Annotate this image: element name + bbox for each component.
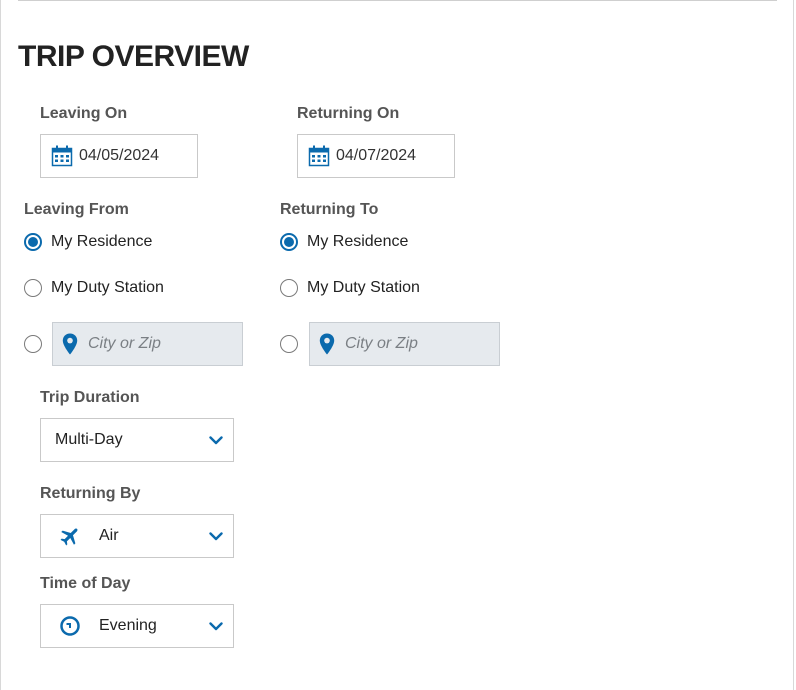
- returning-by-select[interactable]: Air: [40, 514, 234, 558]
- returning-by-label: Returning By: [40, 485, 141, 502]
- leaving-from-option-custom[interactable]: [24, 335, 42, 353]
- returning-on-date-value: 04/07/2024: [336, 147, 417, 164]
- calendar-icon[interactable]: [308, 145, 330, 167]
- returning-on-date-field[interactable]: 04/07/2024: [297, 134, 455, 178]
- chevron-down-icon[interactable]: [209, 619, 223, 633]
- returning-to-option-custom[interactable]: [280, 335, 298, 353]
- returning-to-city-zip-input[interactable]: [345, 335, 485, 353]
- time-of-day-select[interactable]: Evening: [40, 604, 234, 648]
- returning-to-label: Returning To: [280, 201, 379, 218]
- chevron-down-icon[interactable]: [209, 529, 223, 543]
- leaving-from-residence-radio[interactable]: [24, 233, 42, 251]
- returning-to-duty-station-radio[interactable]: [280, 279, 298, 297]
- time-of-day-value: Evening: [99, 617, 157, 634]
- leaving-from-label: Leaving From: [24, 201, 129, 218]
- returning-to-city-zip-field[interactable]: [309, 322, 500, 366]
- leaving-from-option-duty-station[interactable]: My Duty Station: [24, 279, 164, 297]
- returning-to-option-duty-station[interactable]: My Duty Station: [280, 279, 420, 297]
- leaving-from-duty-station-radio[interactable]: [24, 279, 42, 297]
- returning-to-custom-radio[interactable]: [280, 335, 298, 353]
- leaving-on-date-value: 04/05/2024: [79, 147, 160, 164]
- leaving-on-label: Leaving On: [40, 105, 128, 122]
- trip-duration-select[interactable]: Multi-Day: [40, 418, 234, 462]
- leaving-from-option-residence[interactable]: My Residence: [24, 233, 152, 251]
- leaving-on-date-field[interactable]: 04/05/2024: [40, 134, 198, 178]
- returning-to-residence-label[interactable]: My Residence: [307, 233, 408, 251]
- leaving-from-duty-station-label[interactable]: My Duty Station: [51, 279, 164, 297]
- clock-icon: [59, 615, 81, 637]
- returning-by-value: Air: [99, 527, 119, 544]
- map-pin-icon: [319, 333, 335, 355]
- returning-on-label: Returning On: [297, 105, 400, 122]
- time-of-day-label: Time of Day: [40, 575, 131, 592]
- leaving-from-residence-label[interactable]: My Residence: [51, 233, 152, 251]
- leaving-from-custom-radio[interactable]: [24, 335, 42, 353]
- map-pin-icon: [62, 333, 78, 355]
- returning-to-option-residence[interactable]: My Residence: [280, 233, 408, 251]
- leaving-from-city-zip-input[interactable]: [88, 335, 228, 353]
- calendar-icon[interactable]: [51, 145, 73, 167]
- airplane-icon: [59, 525, 81, 547]
- leaving-from-city-zip-field[interactable]: [52, 322, 243, 366]
- page-title: TRIP OVERVIEW: [18, 40, 249, 73]
- returning-to-residence-radio[interactable]: [280, 233, 298, 251]
- divider: [18, 0, 777, 1]
- returning-to-duty-station-label[interactable]: My Duty Station: [307, 279, 420, 297]
- trip-duration-label: Trip Duration: [40, 389, 140, 406]
- chevron-down-icon[interactable]: [209, 433, 223, 447]
- trip-duration-value: Multi-Day: [55, 431, 123, 448]
